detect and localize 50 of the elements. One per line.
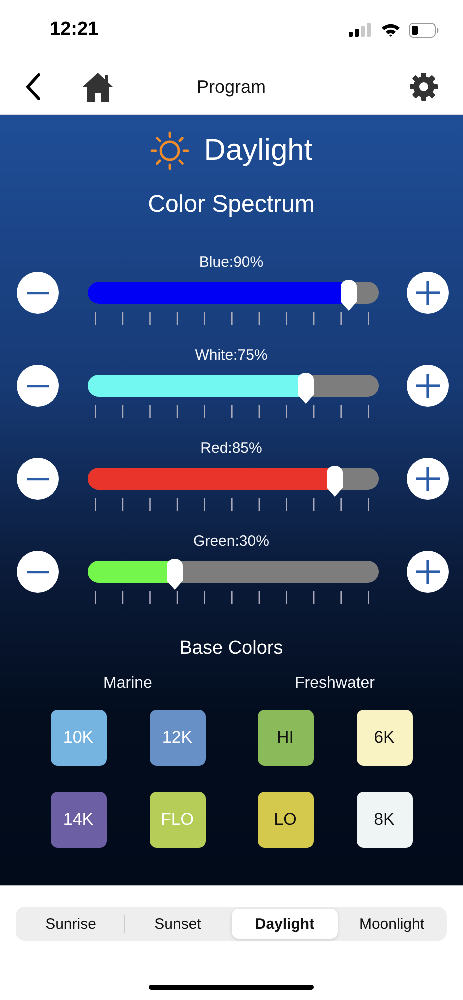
plus-icon [416,560,440,584]
minus-button[interactable] [17,365,59,407]
minus-icon [27,570,49,574]
minus-icon [27,478,49,480]
program-title: Daylight [204,134,313,168]
color-preset-button[interactable]: LO [258,792,314,848]
group-label: Marine [104,674,152,694]
slider-label: Blue:90% [199,254,264,272]
color-preset-button[interactable]: HI [258,710,314,766]
screen-title: Program [196,76,266,98]
battery-icon [409,22,439,38]
plus-button[interactable] [407,551,449,593]
minus-icon [27,292,49,294]
slider-thumb[interactable] [166,559,184,591]
program-tab[interactable]: Moonlight [339,909,445,939]
home-button[interactable] [82,72,114,102]
minus-icon [27,384,49,388]
plus-button[interactable] [407,272,449,314]
slider-label: Red:85% [200,440,262,458]
section-title: Base Colors [180,637,284,661]
plus-icon [416,281,440,305]
slider[interactable] [88,466,378,498]
minus-button[interactable] [17,551,59,593]
slider[interactable] [88,373,378,405]
color-preset-button[interactable]: 6K [356,710,412,766]
plus-button[interactable] [407,365,449,407]
color-preset-button[interactable]: 8K [356,792,412,848]
program-tab[interactable]: Sunset [125,909,231,939]
wifi-icon [381,23,401,37]
status-time: 12:21 [50,19,99,41]
signal-icon [349,23,373,37]
settings-button[interactable] [409,72,439,102]
program-tab[interactable]: Daylight [232,909,338,939]
slider[interactable] [88,559,378,591]
program-tab[interactable]: Sunrise [18,909,124,939]
color-preset-button[interactable]: 14K [50,792,106,848]
slider-label: Green:30% [194,533,270,551]
slider-thumb[interactable] [296,373,315,405]
sun-icon [150,131,190,171]
minus-button[interactable] [17,458,59,500]
group-label: Freshwater [294,674,376,694]
slider-thumb[interactable] [326,466,344,498]
section-title: Color Spectrum [148,190,315,220]
minus-button[interactable] [17,272,59,314]
plus-button[interactable] [407,458,449,500]
slider[interactable] [88,280,378,312]
slider-label: White:75% [195,347,268,365]
plus-icon [416,374,440,398]
plus-icon [416,467,440,491]
slider-thumb[interactable] [340,280,358,312]
